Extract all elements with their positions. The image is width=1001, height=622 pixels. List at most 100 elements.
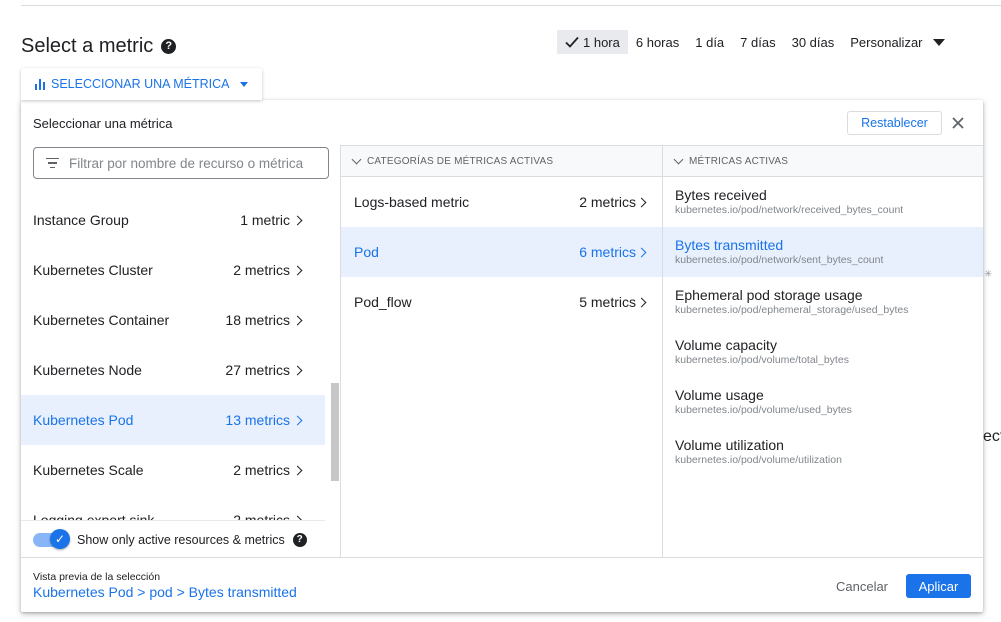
resource-item-kubernetes-cluster[interactable]: Kubernetes Cluster 2 metrics bbox=[21, 245, 325, 295]
category-item-pod[interactable]: Pod 6 metrics bbox=[341, 227, 662, 277]
time-option-label: 1 día bbox=[695, 34, 725, 50]
time-option-custom[interactable]: Personalizar bbox=[842, 30, 952, 54]
time-option-6h[interactable]: 6 horas bbox=[628, 30, 687, 54]
resource-name: Kubernetes Scale bbox=[33, 462, 144, 478]
category-item-pod-flow[interactable]: Pod_flow 5 metrics bbox=[341, 277, 662, 327]
metric-item-volume-usage[interactable]: Volume usage kubernetes.io/pod/volume/us… bbox=[663, 377, 983, 427]
resource-item-kubernetes-container[interactable]: Kubernetes Container 18 metrics bbox=[21, 295, 325, 345]
close-icon[interactable] bbox=[949, 114, 967, 132]
time-option-30d[interactable]: 30 días bbox=[784, 30, 843, 54]
filter-field[interactable] bbox=[33, 147, 329, 179]
select-metric-label: SELECCIONAR UNA MÉTRICA bbox=[51, 77, 230, 91]
resource-list: Instance Group 1 metric Kubernetes Clust… bbox=[21, 195, 325, 545]
resource-count: 18 metrics bbox=[225, 312, 290, 328]
metric-item-ephemeral-storage[interactable]: Ephemeral pod storage usage kubernetes.i… bbox=[663, 277, 983, 327]
metric-item-volume-utilization[interactable]: Volume utilization kubernetes.io/pod/vol… bbox=[663, 427, 983, 477]
loading-icon: ✳ bbox=[984, 269, 993, 280]
resource-item-instance-group[interactable]: Instance Group 1 metric bbox=[21, 195, 325, 245]
selection-preview: Kubernetes Pod > pod > Bytes transmitted bbox=[33, 584, 297, 600]
apply-button[interactable]: Aplicar bbox=[906, 574, 971, 598]
time-option-1h[interactable]: 1 hora bbox=[557, 30, 628, 54]
metric-name: Volume utilization bbox=[675, 437, 784, 453]
chevron-right-icon bbox=[292, 415, 303, 425]
chevron-right-icon bbox=[292, 315, 303, 325]
top-divider bbox=[21, 5, 1001, 6]
category-name: Logs-based metric bbox=[354, 194, 470, 210]
time-option-label: 30 días bbox=[791, 34, 835, 50]
resource-scrollbar[interactable] bbox=[331, 383, 339, 481]
active-only-toggle[interactable]: ✓ bbox=[33, 528, 70, 549]
metric-path: kubernetes.io/pod/ephemeral_storage/used… bbox=[675, 304, 909, 316]
page-title: Select a metric ? bbox=[21, 35, 177, 58]
chevron-right-icon bbox=[292, 365, 303, 375]
metric-name: Ephemeral pod storage usage bbox=[675, 287, 863, 303]
metric-item-bytes-received[interactable]: Bytes received kubernetes.io/pod/network… bbox=[663, 177, 983, 227]
metrics-header[interactable]: MÉTRICAS ACTIVAS bbox=[663, 145, 983, 177]
category-name: Pod bbox=[354, 244, 379, 260]
metric-path: kubernetes.io/pod/volume/used_bytes bbox=[675, 404, 852, 416]
time-option-label: Personalizar bbox=[850, 34, 923, 50]
time-range-selector: 1 hora 6 horas 1 día 7 días 30 días Pers… bbox=[557, 30, 953, 54]
time-option-label: 7 días bbox=[740, 34, 776, 50]
resource-name: Instance Group bbox=[33, 212, 129, 228]
metric-path: kubernetes.io/pod/volume/total_bytes bbox=[675, 354, 849, 366]
metric-path: kubernetes.io/pod/network/received_bytes… bbox=[675, 204, 904, 216]
reset-button[interactable]: Restablecer bbox=[847, 111, 942, 135]
time-option-1d[interactable]: 1 día bbox=[687, 30, 732, 54]
resource-item-kubernetes-scale[interactable]: Kubernetes Scale 2 metrics bbox=[21, 445, 325, 495]
check-icon: ✓ bbox=[50, 528, 70, 549]
chevron-down-icon bbox=[351, 154, 362, 164]
time-option-7d[interactable]: 7 días bbox=[732, 30, 783, 54]
page-title-text: Select a metric bbox=[21, 35, 154, 57]
dialog-title: Seleccionar una métrica bbox=[33, 116, 173, 131]
metric-dialog: Seleccionar una métrica Restablecer Inst… bbox=[21, 100, 983, 612]
metric-explorer-screen: Select a metric ? 1 hora 6 horas 1 día 7… bbox=[0, 0, 1001, 622]
checkmark-icon bbox=[565, 36, 579, 48]
chevron-right-icon bbox=[292, 465, 303, 475]
metric-name: Volume capacity bbox=[675, 337, 777, 353]
resource-count: 27 metrics bbox=[225, 362, 290, 378]
resource-name: Kubernetes Node bbox=[33, 362, 142, 378]
metric-path: kubernetes.io/pod/volume/utilization bbox=[675, 454, 842, 466]
filter-input[interactable] bbox=[69, 155, 321, 171]
resource-name: Kubernetes Cluster bbox=[33, 262, 153, 278]
resource-name: Kubernetes Container bbox=[33, 312, 170, 328]
resource-count: 13 metrics bbox=[225, 412, 290, 428]
resource-count: 2 metrics bbox=[233, 462, 290, 478]
background-text-fragment: ect bbox=[983, 428, 1001, 445]
help-icon[interactable]: ? bbox=[161, 39, 177, 54]
chevron-right-icon bbox=[636, 197, 647, 207]
metric-name: Bytes received bbox=[675, 187, 767, 203]
chevron-right-icon bbox=[636, 297, 647, 307]
dialog-footer: Vista previa de la selección Kubernetes … bbox=[21, 557, 983, 612]
cancel-button[interactable]: Cancelar bbox=[827, 574, 897, 598]
chevron-right-icon bbox=[292, 215, 303, 225]
preview-label: Vista previa de la selección bbox=[33, 571, 161, 583]
metric-name: Bytes transmitted bbox=[675, 237, 784, 253]
chevron-right-icon bbox=[292, 265, 303, 275]
filter-icon bbox=[46, 157, 59, 169]
chevron-down-icon bbox=[673, 154, 684, 164]
category-item-logs-based-metric[interactable]: Logs-based metric 2 metrics bbox=[341, 177, 662, 227]
category-header-label: CATEGORÍAS DE MÉTRICAS ACTIVAS bbox=[367, 155, 554, 167]
category-count: 5 metrics bbox=[579, 294, 636, 310]
bar-chart-icon bbox=[35, 78, 45, 90]
resource-item-kubernetes-node[interactable]: Kubernetes Node 27 metrics bbox=[21, 345, 325, 395]
time-option-label: 1 hora bbox=[583, 34, 620, 50]
caret-down-icon bbox=[932, 38, 945, 46]
category-count: 2 metrics bbox=[579, 194, 636, 210]
category-column: CATEGORÍAS DE MÉTRICAS ACTIVAS Logs-base… bbox=[341, 145, 663, 558]
resource-name: Kubernetes Pod bbox=[33, 412, 134, 428]
metric-item-bytes-transmitted[interactable]: Bytes transmitted kubernetes.io/pod/netw… bbox=[663, 227, 983, 277]
help-icon[interactable]: ? bbox=[292, 532, 307, 547]
caret-down-icon bbox=[239, 81, 248, 87]
category-header[interactable]: CATEGORÍAS DE MÉTRICAS ACTIVAS bbox=[341, 145, 662, 177]
resource-item-kubernetes-pod[interactable]: Kubernetes Pod 13 metrics bbox=[21, 395, 325, 445]
chevron-right-icon bbox=[636, 247, 647, 257]
metric-item-volume-capacity[interactable]: Volume capacity kubernetes.io/pod/volume… bbox=[663, 327, 983, 377]
resource-column: Instance Group 1 metric Kubernetes Clust… bbox=[21, 145, 341, 558]
metric-column: MÉTRICAS ACTIVAS Bytes received kubernet… bbox=[663, 145, 983, 558]
resource-count: 2 metrics bbox=[233, 262, 290, 278]
select-metric-button[interactable]: SELECCIONAR UNA MÉTRICA bbox=[21, 68, 262, 100]
metric-name: Volume usage bbox=[675, 387, 764, 403]
